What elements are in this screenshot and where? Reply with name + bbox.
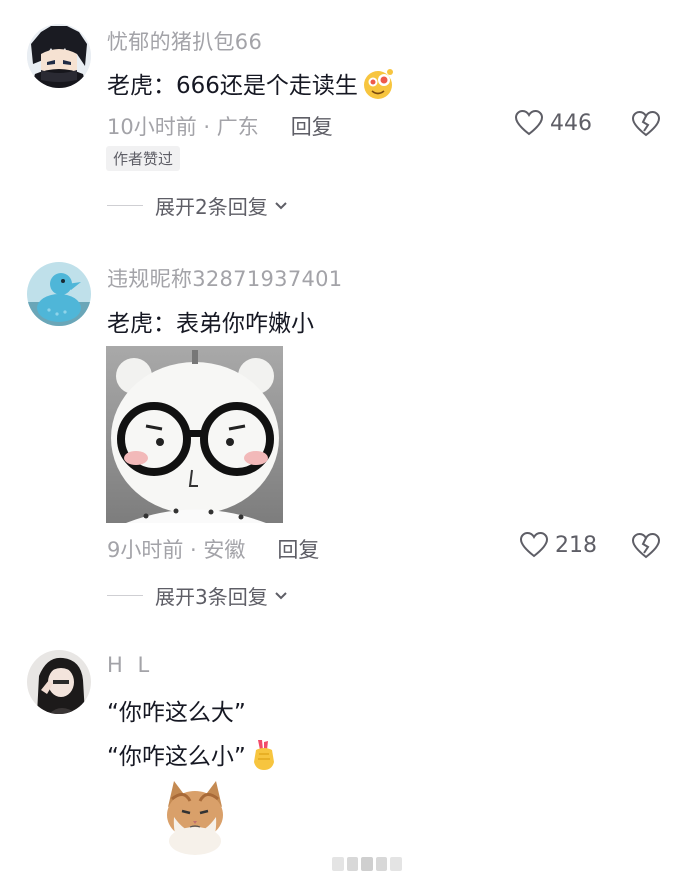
comment-text-line-1: “你咋这么大” bbox=[107, 700, 246, 726]
comment-3: H L “你咋这么大” “你咋这么小” bbox=[0, 0, 690, 883]
watermark bbox=[332, 857, 402, 873]
cat-sticker-image[interactable] bbox=[160, 777, 230, 857]
avatar[interactable] bbox=[27, 650, 91, 714]
comment-text-line-2: “你咋这么小” bbox=[107, 737, 278, 778]
comment-text-content: “你咋这么小” bbox=[107, 744, 246, 770]
cat-icon bbox=[167, 781, 223, 855]
finger-heart-emoji-icon bbox=[250, 738, 278, 778]
girl-avatar-icon bbox=[27, 650, 91, 714]
username[interactable]: H L bbox=[107, 653, 153, 677]
